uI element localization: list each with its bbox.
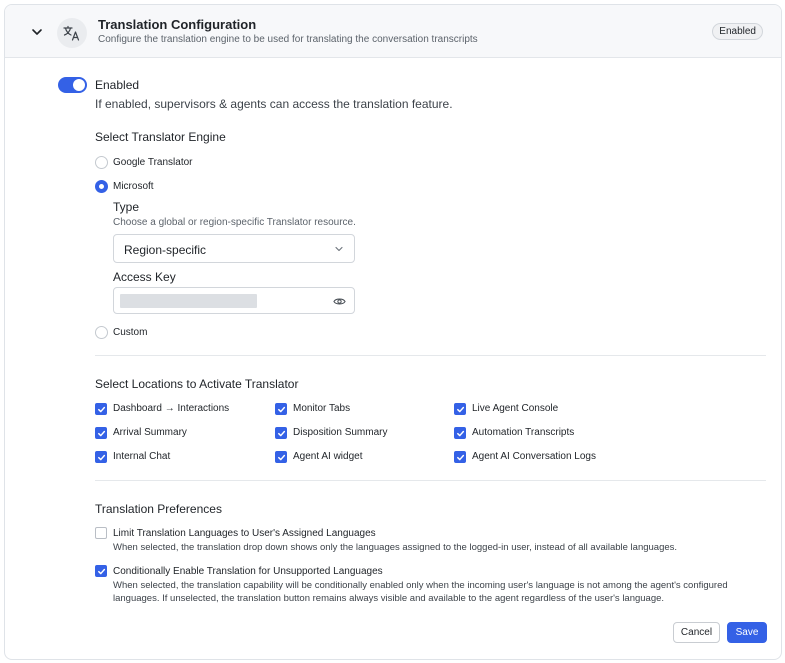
locations-section-title: Select Locations to Activate Translator [95, 377, 299, 391]
type-select[interactable]: Region-specific [113, 234, 355, 263]
checkbox-agent-ai-conversation-logs-label: Agent AI Conversation Logs [472, 451, 596, 462]
translate-icon [57, 18, 87, 48]
checkbox-monitor-tabs[interactable] [275, 403, 287, 415]
divider [95, 480, 766, 481]
checkbox-arrival-summary[interactable] [95, 427, 107, 439]
save-button[interactable]: Save [727, 622, 767, 643]
checkbox-internal-chat[interactable] [95, 451, 107, 463]
type-select-value: Region-specific [124, 243, 207, 257]
enabled-toggle-description: If enabled, supervisors & agents can acc… [95, 97, 453, 111]
checkbox-automation-transcripts-label: Automation Transcripts [472, 427, 575, 438]
radio-microsoft-label: Microsoft [113, 181, 154, 192]
checkbox-dashboard-interactions[interactable] [95, 403, 107, 415]
masked-access-key [120, 294, 257, 308]
limit-languages-description: When selected, the translation drop down… [113, 542, 678, 553]
chevron-down-icon[interactable] [29, 24, 45, 40]
enabled-toggle[interactable] [58, 77, 87, 93]
checkbox-arrival-summary-label: Arrival Summary [113, 427, 187, 438]
checkbox-live-agent-console-label: Live Agent Console [472, 403, 559, 414]
page-title: Translation Configuration [98, 17, 257, 32]
checkbox-agent-ai-widget-label: Agent AI widget [293, 451, 363, 462]
radio-custom[interactable] [95, 326, 108, 339]
checkbox-automation-transcripts[interactable] [454, 427, 466, 439]
checkbox-limit-languages[interactable] [95, 527, 107, 539]
radio-custom-label: Custom [113, 327, 148, 338]
type-description: Choose a global or region-specific Trans… [113, 217, 356, 228]
checkbox-conditional-translation-label: Conditionally Enable Translation for Uns… [113, 566, 383, 577]
checkbox-dashboard-interactions-label: Dashboard → Interactions [113, 403, 230, 414]
checkbox-internal-chat-label: Internal Chat [113, 451, 171, 462]
chevron-down-icon [335, 246, 343, 252]
card-header[interactable]: Translation Configuration Configure the … [5, 5, 781, 58]
radio-google-translator-label: Google Translator [113, 157, 193, 168]
radio-google-translator[interactable] [95, 156, 108, 169]
engine-section-title: Select Translator Engine [95, 130, 226, 144]
checkbox-monitor-tabs-label: Monitor Tabs [293, 403, 351, 414]
toggle-knob [73, 79, 85, 91]
checkbox-disposition-summary-label: Disposition Summary [293, 427, 388, 438]
checkbox-disposition-summary[interactable] [275, 427, 287, 439]
translation-config-card: Translation Configuration Configure the … [4, 4, 782, 660]
checkbox-agent-ai-conversation-logs[interactable] [454, 451, 466, 463]
checkbox-agent-ai-widget[interactable] [275, 451, 287, 463]
enabled-toggle-label: Enabled [95, 78, 140, 92]
cancel-button[interactable]: Cancel [673, 622, 720, 643]
page-subtitle: Configure the translation engine to be u… [98, 34, 478, 45]
checkbox-live-agent-console[interactable] [454, 403, 466, 415]
eye-icon[interactable] [333, 295, 346, 308]
divider [95, 355, 766, 356]
type-label: Type [113, 200, 140, 214]
checkbox-limit-languages-label: Limit Translation Languages to User's As… [113, 528, 376, 539]
access-key-label: Access Key [113, 270, 176, 284]
access-key-input[interactable] [113, 287, 355, 314]
radio-microsoft[interactable] [95, 180, 108, 193]
preferences-section-title: Translation Preferences [95, 502, 222, 516]
conditional-translation-description: When selected, the translation capabilit… [113, 580, 728, 604]
status-badge: Enabled [712, 23, 763, 40]
checkbox-conditional-translation[interactable] [95, 565, 107, 577]
